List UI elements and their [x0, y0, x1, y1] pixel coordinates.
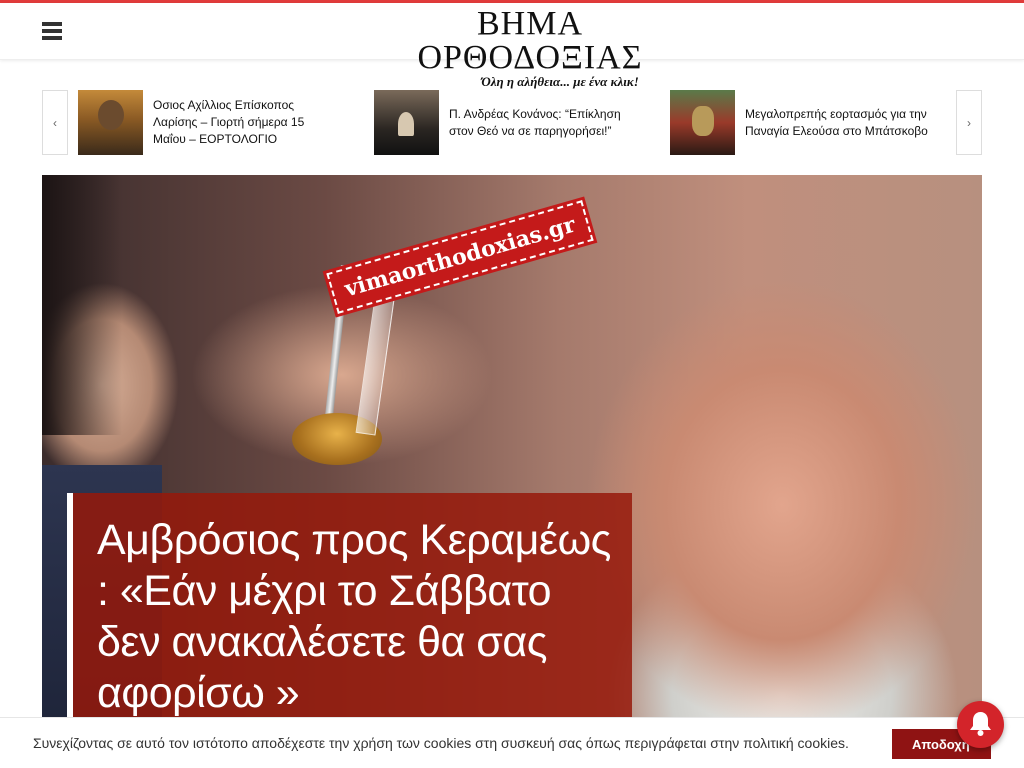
carousel-item-title[interactable]: Οσιος Αχίλλιος Επίσκοπος Λαρίσης – Γιορτ… — [153, 97, 328, 148]
watermark-text: vimaorthodoxias.gr — [326, 200, 594, 314]
featured-article[interactable]: vimaorthodoxias.gr Αμβρόσιος προς Κεραμέ… — [42, 175, 982, 768]
bell-icon — [970, 712, 991, 736]
carousel-thumbnail — [78, 90, 143, 155]
watermark-stamp: vimaorthodoxias.gr — [326, 190, 594, 323]
carousel-thumbnail — [374, 90, 439, 155]
carousel-item[interactable]: Οσιος Αχίλλιος Επίσκοπος Λαρίσης – Γιορτ… — [78, 90, 328, 155]
carousel-item[interactable]: Μεγαλοπρεπής εορτασμός για την Παναγία Ε… — [670, 90, 945, 155]
featured-headline[interactable]: Αμβρόσιος προς Κεραμέως : «Εάν μέχρι το … — [97, 515, 622, 719]
site-header: ΒΗΜΑ ΟΡΘΟΔΟΞΙΑΣ Όλη η αλήθεια... με ένα … — [0, 3, 1024, 89]
cookie-consent-bar: Συνεχίζοντας σε αυτό τον ιστότοπο αποδέχ… — [0, 717, 1024, 768]
logo-subtitle: Όλη η αλήθεια... με ένα κλικ! — [481, 74, 639, 89]
carousel-item-title[interactable]: Μεγαλοπρεπής εορτασμός για την Παναγία Ε… — [745, 106, 945, 140]
carousel-item-title[interactable]: Π. Ανδρέας Κονάνος: “Επίκληση στον Θεό ν… — [449, 106, 624, 140]
cookie-notice-text: Συνεχίζοντας σε αυτό τον ιστότοπο αποδέχ… — [33, 735, 849, 751]
hero-image-detail — [42, 175, 122, 435]
chevron-right-icon: › — [967, 115, 971, 130]
carousel-prev-button[interactable]: ‹ — [42, 90, 68, 155]
carousel-item[interactable]: Π. Ανδρέας Κονάνος: “Επίκληση στον Θεό ν… — [374, 90, 624, 155]
carousel-next-button[interactable]: › — [956, 90, 982, 155]
notification-bell-button[interactable] — [957, 701, 1004, 748]
carousel-thumbnail — [670, 90, 735, 155]
chevron-left-icon: ‹ — [53, 115, 57, 130]
news-carousel: ‹ Οσιος Αχίλλιος Επίσκοπος Λαρίσης – Γιο… — [42, 90, 982, 155]
logo-title: ΒΗΜΑ ΟΡΘΟΔΟΞΙΑΣ — [417, 5, 643, 76]
site-logo[interactable]: ΒΗΜΑ ΟΡΘΟΔΟΞΙΑΣ Όλη η αλήθεια... με ένα … — [372, 7, 688, 89]
hamburger-menu-icon[interactable] — [42, 22, 62, 40]
